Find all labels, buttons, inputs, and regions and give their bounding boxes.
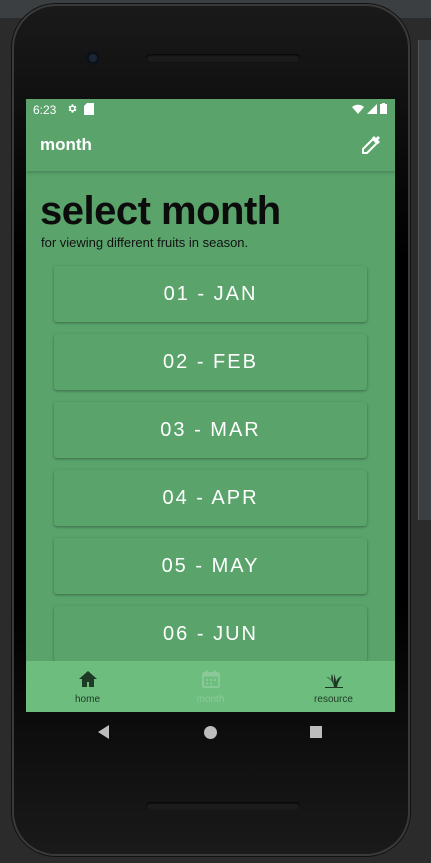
ide-side-panel <box>418 40 431 520</box>
home-icon <box>78 669 98 689</box>
page-subtitle: for viewing different fruits in season. <box>41 235 249 250</box>
month-button-jun[interactable]: 06 - JUN <box>54 606 367 661</box>
month-button-apr[interactable]: 04 - APR <box>54 470 367 526</box>
nav-item-resource[interactable]: resource <box>272 661 395 712</box>
bottom-navigation: home month resource <box>26 661 395 712</box>
sd-card-icon <box>84 103 94 118</box>
app-bar: month <box>26 121 395 171</box>
calendar-icon <box>201 669 221 689</box>
bottom-speaker <box>146 802 300 810</box>
nav-label-month: month <box>196 694 225 705</box>
nav-item-month[interactable]: month <box>149 661 272 712</box>
nav-label-home: home <box>74 694 100 705</box>
app-bar-title: month <box>40 135 92 154</box>
recent-apps-icon[interactable] <box>310 726 322 738</box>
home-circle-icon[interactable] <box>204 726 217 739</box>
top-speaker <box>146 54 300 62</box>
system-navigation-bar <box>26 712 395 756</box>
month-list-content: select month for viewing different fruit… <box>26 171 395 661</box>
wifi-icon <box>352 103 364 117</box>
nav-item-home[interactable]: home <box>26 661 149 712</box>
gear-icon <box>67 103 78 118</box>
battery-icon <box>380 103 387 117</box>
app-screen: 6:23 month select month for viewing diff… <box>26 99 395 712</box>
plant-icon <box>324 669 344 689</box>
back-icon[interactable] <box>98 725 109 739</box>
status-time: 6:23 <box>33 103 57 117</box>
month-button-jan[interactable]: 01 - JAN <box>54 266 367 322</box>
month-button-may[interactable]: 05 - MAY <box>54 538 367 594</box>
status-bar: 6:23 <box>26 99 395 121</box>
month-button-mar[interactable]: 03 - MAR <box>54 402 367 458</box>
front-camera <box>86 51 100 65</box>
month-button-feb[interactable]: 02 - FEB <box>54 334 367 390</box>
signal-icon <box>367 103 377 117</box>
nav-label-resource: resource <box>314 694 353 705</box>
eyedropper-icon[interactable] <box>359 133 383 157</box>
page-title: select month <box>40 189 281 233</box>
